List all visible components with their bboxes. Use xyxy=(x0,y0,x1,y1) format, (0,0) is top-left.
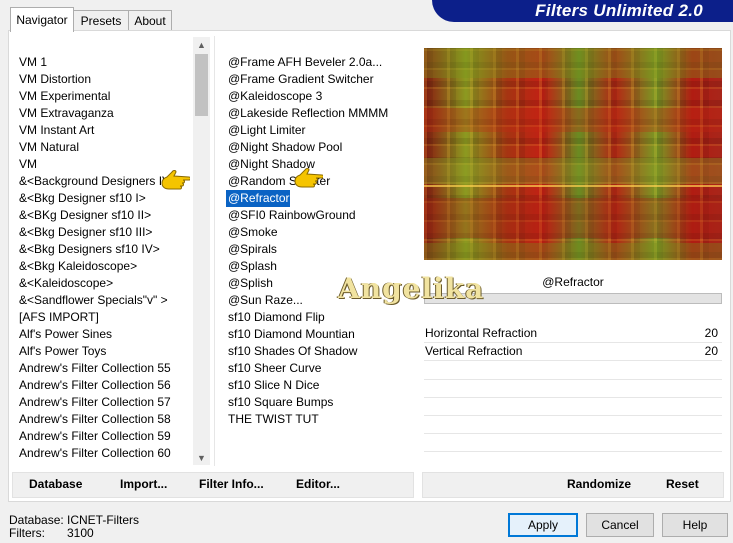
filter-item[interactable]: @Night Shadow Pool xyxy=(226,139,342,156)
filter-item[interactable]: THE TWIST TUT xyxy=(226,411,319,428)
filter-item[interactable]: sf10 Square Bumps xyxy=(226,394,333,411)
pointing-hand-icon xyxy=(294,168,323,188)
pointing-hand-icon xyxy=(161,170,190,190)
filter-item[interactable]: sf10 Shades Of Shadow xyxy=(226,343,357,360)
effect-preview xyxy=(424,48,722,260)
category-item[interactable]: Andrew's Filter Collection 59 xyxy=(17,428,171,445)
reset-button[interactable]: Reset xyxy=(666,474,699,494)
filter-item[interactable]: @Lakeside Reflection MMMM xyxy=(226,105,388,122)
tab-about[interactable]: About xyxy=(128,10,172,31)
category-item[interactable]: Andrew's Filter Collection 60 xyxy=(17,445,171,462)
help-button[interactable]: Help xyxy=(662,513,728,537)
category-item[interactable]: &<Bkg Designers sf10 IV> xyxy=(17,241,160,258)
filter-item[interactable]: @Splash xyxy=(226,258,277,275)
filter-item[interactable]: @Smoke xyxy=(226,224,278,241)
filter-item[interactable]: sf10 Slice N Dice xyxy=(226,377,319,394)
filter-item[interactable]: @Sun Raze... xyxy=(226,292,303,309)
filter-item[interactable]: sf10 Sheer Curve xyxy=(226,360,321,377)
category-item[interactable]: &<Sandflower Specials"v" > xyxy=(17,292,168,309)
filter-item[interactable]: @Frame Gradient Switcher xyxy=(226,71,374,88)
database-value: ICNET-Filters xyxy=(67,513,139,527)
scroll-down-icon[interactable]: ▼ xyxy=(193,450,210,467)
category-item[interactable]: Alf's Power Sines xyxy=(17,326,112,343)
filters-label: Filters: xyxy=(9,526,45,540)
category-item[interactable]: &<Kaleidoscope> xyxy=(17,275,113,292)
category-item[interactable]: VM 1 xyxy=(17,54,47,71)
filter-item[interactable]: sf10 Diamond Flip xyxy=(226,309,325,326)
database-label: Database: xyxy=(9,513,64,527)
category-item[interactable]: &<Bkg Designer sf10 III> xyxy=(17,224,152,241)
category-item[interactable]: VM Natural xyxy=(17,139,79,156)
filter-item[interactable]: @Frame AFH Beveler 2.0a... xyxy=(226,54,382,71)
category-item[interactable]: VM Extravaganza xyxy=(17,105,114,122)
tab-navigator[interactable]: Navigator xyxy=(10,7,74,32)
param-label: Vertical Refraction xyxy=(425,344,523,358)
category-item[interactable]: Alf's Power Toys xyxy=(17,343,106,360)
filter-item[interactable]: sf10 Diamond Mountian xyxy=(226,326,355,343)
param-value[interactable]: 20 xyxy=(705,325,718,342)
filter-item[interactable]: @Kaleidoscope 3 xyxy=(226,88,322,105)
watermark: Angelika xyxy=(338,272,485,305)
tab-presets[interactable]: Presets xyxy=(73,10,129,31)
param-row-empty xyxy=(424,397,722,398)
list-divider xyxy=(214,36,215,466)
scroll-up-icon[interactable]: ▲ xyxy=(193,37,210,54)
filter-item[interactable]: @Light Limiter xyxy=(226,122,306,139)
category-item[interactable]: &<Bkg Designer sf10 I> xyxy=(17,190,146,207)
category-item[interactable]: Andrew's Filter Collection 58 xyxy=(17,411,171,428)
scrollbar-thumb[interactable] xyxy=(195,54,208,116)
param-value[interactable]: 20 xyxy=(705,343,718,360)
category-item[interactable]: Andrew's Filter Collection 57 xyxy=(17,394,171,411)
database-button[interactable]: Database xyxy=(29,474,82,494)
app-title: Filters Unlimited 2.0 xyxy=(535,1,703,20)
category-item[interactable]: Andrew's Filter Collection 56 xyxy=(17,377,171,394)
category-list[interactable]: VM 1 VM Distortion VM Experimental VM Extra… xyxy=(17,36,193,466)
editor-button[interactable]: Editor... xyxy=(296,474,340,494)
import-button[interactable]: Import... xyxy=(120,474,167,494)
category-item[interactable]: &<BKg Designer sf10 II> xyxy=(17,207,151,224)
filter-info-button[interactable]: Filter Info... xyxy=(199,474,264,494)
filter-item[interactable]: @Splish xyxy=(226,275,273,292)
param-vertical-refraction[interactable]: Vertical Refraction 20 xyxy=(424,343,722,361)
filter-item[interactable]: @Spirals xyxy=(226,241,277,258)
category-item[interactable]: Andrew's Filter Collection 55 xyxy=(17,360,171,377)
param-row-empty xyxy=(424,379,722,380)
filter-item[interactable]: @SFI0 RainbowGround xyxy=(226,207,356,224)
param-horizontal-refraction[interactable]: Horizontal Refraction 20 xyxy=(424,325,722,343)
filter-item[interactable]: @Refractor xyxy=(226,189,291,208)
randomize-button[interactable]: Randomize xyxy=(567,474,631,494)
category-item[interactable]: VM Instant Art xyxy=(17,122,94,139)
param-row-empty xyxy=(424,415,722,416)
param-row-empty xyxy=(424,433,722,434)
param-row-empty xyxy=(424,451,722,452)
category-item[interactable]: VM xyxy=(17,156,37,173)
category-item[interactable]: &<Background Designers IV> xyxy=(17,173,177,190)
category-item[interactable]: &<Bkg Kaleidoscope> xyxy=(17,258,137,275)
param-label: Horizontal Refraction xyxy=(425,326,538,340)
filters-count: 3100 xyxy=(67,526,94,540)
category-item[interactable]: [AFS IMPORT] xyxy=(17,309,99,326)
cancel-button[interactable]: Cancel xyxy=(586,513,654,537)
category-item[interactable]: VM Distortion xyxy=(17,71,91,88)
category-item[interactable]: VM Experimental xyxy=(17,88,110,105)
filter-list[interactable]: @Frame AFH Beveler 2.0a... @Frame Gradien… xyxy=(226,36,414,466)
title-banner: Filters Unlimited 2.0 xyxy=(432,0,733,22)
apply-button[interactable]: Apply xyxy=(508,513,578,537)
